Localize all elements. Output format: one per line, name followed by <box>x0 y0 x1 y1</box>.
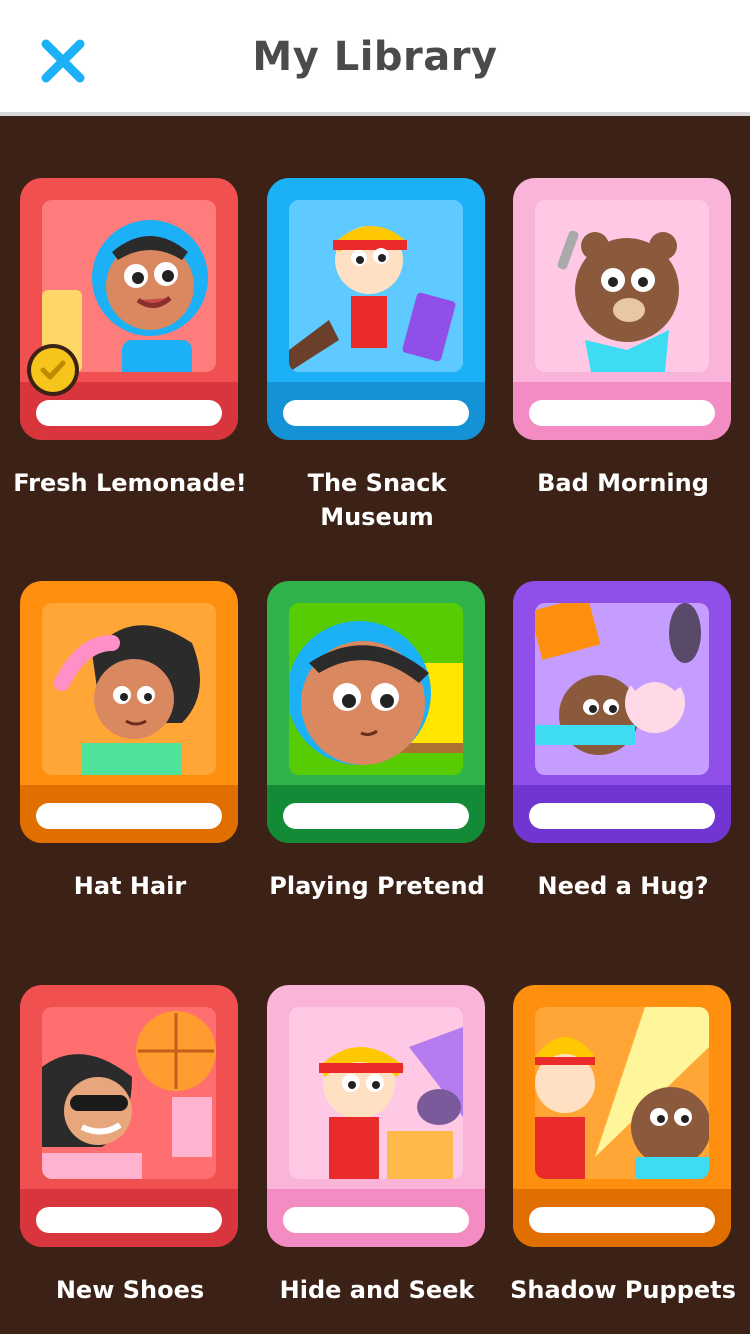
book-title: Hide and Seek <box>279 1276 475 1304</box>
completed-check-badge <box>27 344 79 396</box>
book-pages <box>529 400 715 426</box>
cover-illustration <box>42 200 216 372</box>
book-pages <box>529 1207 715 1233</box>
book-title: Playing Pretend <box>269 872 485 900</box>
book-title: The Snack Museum <box>307 469 447 531</box>
book-pages <box>36 1207 222 1233</box>
check-icon <box>31 348 75 392</box>
book-grid: Fresh Lemonade! The Snack Museum Bad Mor… <box>0 120 750 1334</box>
cover-illustration <box>535 1007 709 1179</box>
cover-illustration <box>289 200 463 372</box>
book-title: Shadow Puppets <box>510 1276 736 1304</box>
cover-illustration <box>42 603 216 775</box>
cover-illustration <box>289 1007 463 1179</box>
book-title: Hat Hair <box>73 872 187 900</box>
book-pages <box>283 400 469 426</box>
book-pages <box>283 1207 469 1233</box>
book-title: New Shoes <box>55 1276 205 1304</box>
page-title: My Library <box>252 34 498 80</box>
book-title: Bad Morning <box>537 469 709 497</box>
cover-illustration <box>535 200 709 372</box>
book-pages <box>529 803 715 829</box>
cover-illustration <box>289 603 463 775</box>
book-title: Fresh Lemonade! <box>13 469 247 497</box>
cover-illustration <box>42 1007 216 1179</box>
header: My Library <box>0 0 750 116</box>
book-title: Need a Hug? <box>537 872 709 900</box>
book-pages <box>36 803 222 829</box>
book-pages <box>283 803 469 829</box>
cover-illustration <box>535 603 709 775</box>
book-pages <box>36 400 222 426</box>
